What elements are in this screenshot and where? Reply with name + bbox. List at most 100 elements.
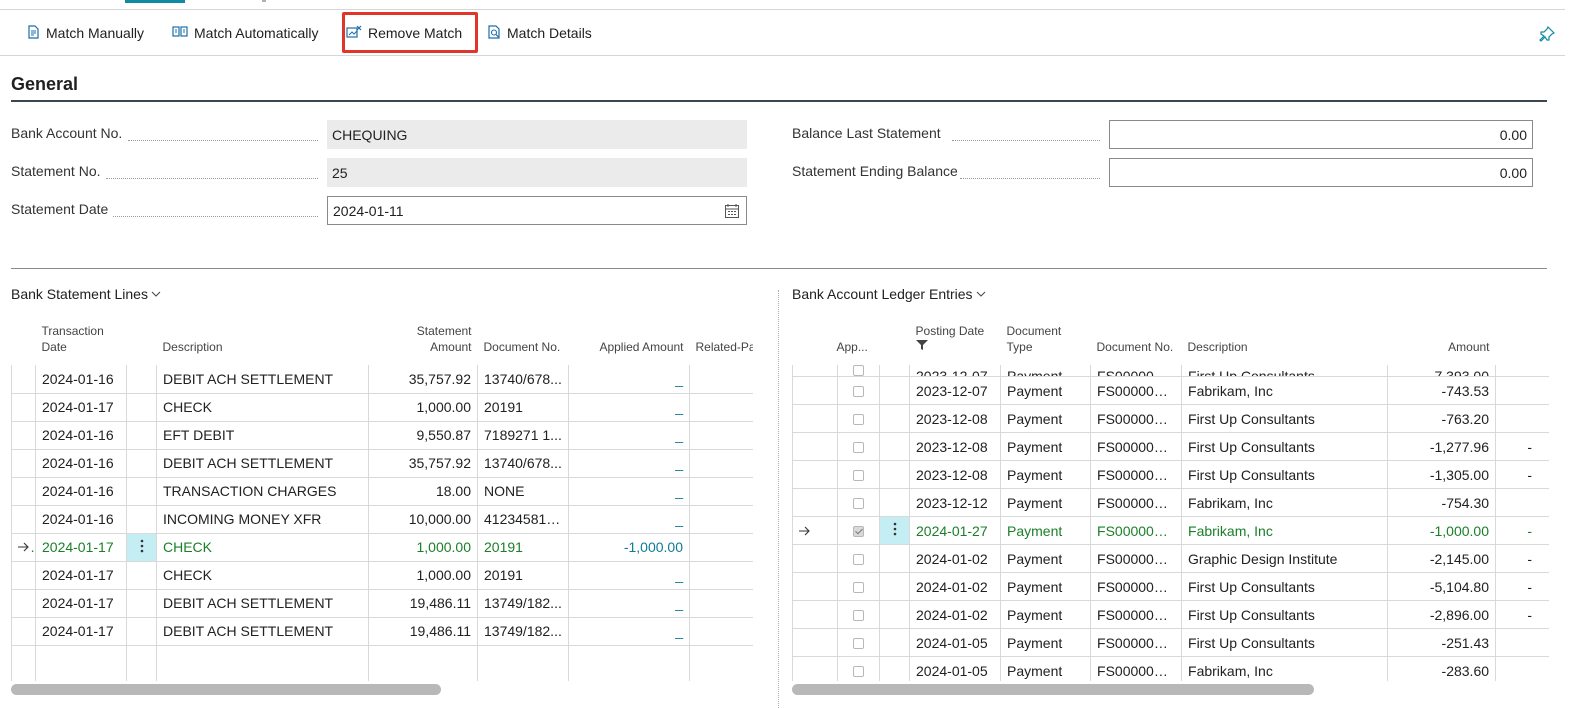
ledger-entries-scrollbar[interactable] xyxy=(792,684,1314,695)
document-no-cell[interactable]: FS00000235 xyxy=(1090,376,1183,405)
remaining-cell[interactable] xyxy=(1495,376,1549,405)
statement-amount-cell[interactable]: 1,000.00 xyxy=(368,393,478,422)
statement-line-row[interactable]: 2024-01-16 INCOMING MONEY XFR 10,000.00 412… xyxy=(11,505,753,534)
remaining-cell[interactable]: - xyxy=(1495,365,1549,377)
applied-checkbox-cell[interactable] xyxy=(837,628,881,657)
applied-checkbox-cell[interactable] xyxy=(837,516,881,545)
amount-cell[interactable]: -2,896.00 xyxy=(1387,600,1497,629)
amount-cell[interactable]: -1,305.00 xyxy=(1387,460,1497,489)
description-cell[interactable]: First Up Consultants xyxy=(1181,572,1389,601)
document-no-cell[interactable]: 13749/182... xyxy=(477,617,569,646)
document-no-cell[interactable]: 20191 xyxy=(477,561,569,590)
row-menu-cell[interactable] xyxy=(879,460,911,489)
related-party-cell[interactable] xyxy=(689,617,753,646)
applied-checkbox[interactable] xyxy=(853,610,864,622)
row-menu-cell[interactable] xyxy=(126,421,157,450)
ledger-entry-row-partial[interactable]: 2023-12-07 Payment FS00000234 First Up Cons… xyxy=(792,365,1549,377)
applied-amount-value[interactable]: _ xyxy=(675,427,683,443)
ledger-entry-row[interactable]: 2023-12-08 Payment FS00000238 First Up Cons… xyxy=(792,460,1549,489)
posting-date-cell[interactable]: 2024-01-02 xyxy=(909,572,1002,601)
remaining-cell[interactable] xyxy=(1495,488,1549,517)
document-no-header[interactable]: Document No. xyxy=(478,313,569,365)
document-no-cell[interactable]: FS00000263 xyxy=(1090,600,1183,629)
amount-cell[interactable]: -2,145.00 xyxy=(1387,544,1497,573)
document-type-cell[interactable]: Payment xyxy=(1000,516,1092,545)
applied-checkbox[interactable] xyxy=(853,582,864,594)
applied-header[interactable]: App... xyxy=(807,313,880,365)
row-menu-cell[interactable] xyxy=(126,505,157,534)
row-menu-cell[interactable] xyxy=(126,393,157,422)
statement-line-row[interactable]: 2024-01-17 DEBIT ACH SETTLEMENT 19,486.11 1… xyxy=(11,617,753,646)
transaction-date-cell[interactable]: 2024-01-16 xyxy=(35,365,127,394)
amount-cell[interactable]: -5,104.80 xyxy=(1387,572,1497,601)
statement-line-row[interactable]: 2024-01-16 EFT DEBIT 9,550.87 7189271 1... _ xyxy=(11,421,753,450)
posting-date-cell[interactable]: 2023-12-08 xyxy=(909,460,1002,489)
amount-cell[interactable]: -1,000.00 xyxy=(1387,516,1497,545)
transaction-date-cell[interactable]: 2024-01-16 xyxy=(35,421,127,450)
filter-icon[interactable] xyxy=(915,339,995,355)
row-menu-cell[interactable] xyxy=(879,572,911,601)
document-no-cell[interactable]: FS00000260 xyxy=(1090,544,1183,573)
remaining-cell[interactable] xyxy=(1495,656,1549,681)
description-cell[interactable]: First Up Consultants xyxy=(1181,365,1389,377)
document-no-cell[interactable]: 20191 xyxy=(477,533,569,562)
document-no-cell[interactable]: 13749/182... xyxy=(477,589,569,618)
applied-checkbox[interactable] xyxy=(853,498,864,510)
remaining-cell[interactable]: - xyxy=(1495,460,1549,489)
applied-amount-cell[interactable]: _ xyxy=(568,365,690,394)
ledger-entry-row[interactable]: 2023-12-07 Payment FS00000235 Fabrikam, Inc… xyxy=(792,376,1549,405)
row-menu-icon[interactable] xyxy=(893,522,897,539)
applied-checkbox-cell[interactable] xyxy=(837,544,881,573)
posting-date-cell[interactable]: 2024-01-05 xyxy=(909,628,1002,657)
related-party-cell[interactable] xyxy=(689,393,753,422)
description-cell[interactable]: First Up Consultants xyxy=(1181,404,1389,433)
ledger-entry-row[interactable]: 2024-01-05 Payment FS00000291 Fabrikam, Inc… xyxy=(792,656,1549,681)
applied-amount-cell[interactable]: _ xyxy=(568,561,690,590)
related-party-cell[interactable] xyxy=(689,421,753,450)
document-no-cell[interactable]: FS00000245 xyxy=(1090,516,1183,545)
description-cell[interactable]: CHECK xyxy=(156,561,369,590)
general-section-title[interactable]: General xyxy=(11,74,78,95)
amount-cell[interactable]: -251.43 xyxy=(1387,628,1497,657)
document-no-header[interactable]: Document No. xyxy=(1091,313,1182,365)
document-type-cell[interactable]: Payment xyxy=(1000,572,1092,601)
calendar-icon[interactable] xyxy=(724,203,740,219)
document-no-cell[interactable]: FS00000289 xyxy=(1090,628,1183,657)
applied-amount-cell[interactable]: _ xyxy=(568,617,690,646)
document-type-cell[interactable]: Payment xyxy=(1000,365,1092,377)
applied-checkbox[interactable] xyxy=(853,554,864,566)
row-menu-cell[interactable] xyxy=(126,561,157,590)
row-menu-cell[interactable] xyxy=(879,656,911,681)
applied-checkbox-cell[interactable] xyxy=(837,365,881,377)
remaining-header[interactable]: R xyxy=(1496,313,1549,365)
ledger-entry-row[interactable]: 2024-01-27 Payment FS00000245 Fabrikam, Inc… xyxy=(792,516,1549,545)
remaining-cell[interactable]: - xyxy=(1495,516,1549,545)
ledger-entry-row[interactable]: 2024-01-02 Payment FS00000260 Graphic Desig… xyxy=(792,544,1549,573)
statement-line-row[interactable]: 2024-01-17 DEBIT ACH SETTLEMENT 19,486.11 1… xyxy=(11,589,753,618)
statement-amount-header[interactable]: Statement Amount xyxy=(369,313,478,365)
amount-cell[interactable]: -763.20 xyxy=(1387,404,1497,433)
amount-cell[interactable]: -754.30 xyxy=(1387,488,1497,517)
row-menu-cell[interactable] xyxy=(126,533,157,562)
applied-checkbox-cell[interactable] xyxy=(837,656,881,681)
row-menu-cell[interactable] xyxy=(879,365,911,377)
description-cell[interactable]: Fabrikam, Inc xyxy=(1181,376,1389,405)
document-type-header[interactable]: Document Type xyxy=(1001,313,1091,365)
document-type-cell[interactable]: Payment xyxy=(1000,376,1092,405)
document-no-cell[interactable]: 13740/678... xyxy=(477,449,569,478)
statement-amount-cell[interactable]: 35,757.92 xyxy=(368,449,478,478)
statement-amount-cell[interactable]: 19,486.11 xyxy=(368,617,478,646)
amount-cell[interactable]: -283.60 xyxy=(1387,656,1497,681)
applied-amount-cell[interactable]: _ xyxy=(568,421,690,450)
applied-checkbox[interactable] xyxy=(853,638,864,650)
statement-ending-balance-field[interactable]: 0.00 xyxy=(1109,158,1533,187)
document-no-cell[interactable]: FS00000291 xyxy=(1090,656,1183,681)
ledger-entry-row[interactable]: 2024-01-02 Payment FS00000263 First Up Cons… xyxy=(792,600,1549,629)
transaction-date-cell[interactable]: 2024-01-17 xyxy=(35,589,127,618)
transaction-date-cell[interactable]: 2024-01-17 xyxy=(35,393,127,422)
row-menu-cell[interactable] xyxy=(126,617,157,646)
remaining-cell[interactable]: - xyxy=(1495,572,1549,601)
applied-amount-header[interactable]: Applied Amount xyxy=(569,313,690,365)
remaining-cell[interactable]: - xyxy=(1495,600,1549,629)
description-cell[interactable]: First Up Consultants xyxy=(1181,432,1389,461)
